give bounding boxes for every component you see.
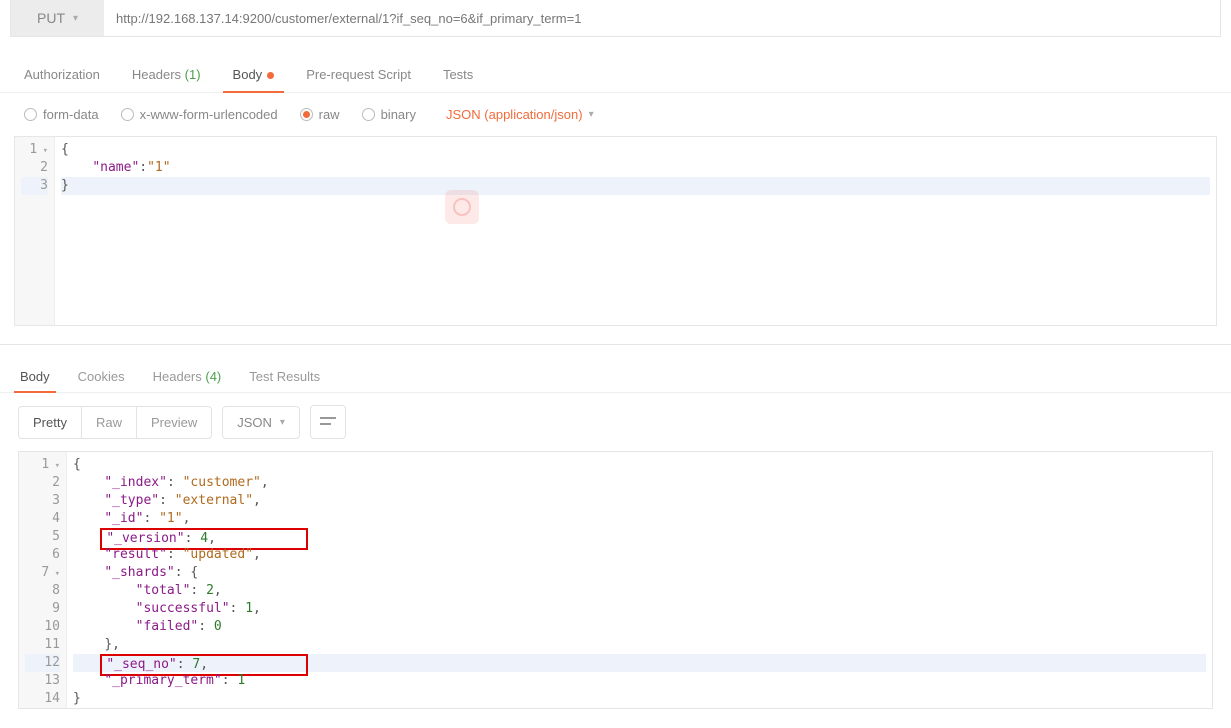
- code-token: 1: [237, 673, 245, 688]
- resp-tab-cookies[interactable]: Cookies: [78, 361, 125, 392]
- code-token: },: [104, 637, 120, 652]
- tab-label: Tests: [443, 67, 473, 82]
- chevron-down-icon: ▾: [280, 417, 285, 428]
- response-tabs: Body Cookies Headers (4) Test Results: [0, 345, 1231, 393]
- code-token: "name": [92, 160, 139, 175]
- radio-label: x-www-form-urlencoded: [140, 107, 278, 122]
- tab-tests[interactable]: Tests: [443, 57, 473, 92]
- radio-icon: [362, 108, 375, 121]
- radio-icon: [300, 108, 313, 121]
- request-body-editor[interactable]: 123 { "name":"1" }: [14, 136, 1217, 326]
- code-token: {: [73, 457, 81, 472]
- code-token: "_shards": [104, 565, 174, 580]
- tab-body[interactable]: Body: [233, 57, 275, 92]
- tab-label: Body: [233, 67, 263, 82]
- resp-tab-body[interactable]: Body: [20, 361, 50, 392]
- code-token: 1: [245, 601, 253, 616]
- http-method-select[interactable]: PUT ▾: [11, 0, 104, 36]
- code-token: }: [73, 691, 81, 706]
- code-token: "1": [147, 160, 170, 175]
- radio-label: raw: [319, 107, 340, 122]
- resp-tab-headers[interactable]: Headers (4): [153, 361, 222, 392]
- radio-label: binary: [381, 107, 416, 122]
- wrap-icon: [320, 415, 336, 429]
- request-bar: PUT ▾: [10, 0, 1221, 37]
- request-tabs: Authorization Headers (1) Body Pre-reque…: [0, 47, 1231, 93]
- code-token: "customer": [183, 475, 261, 490]
- response-body-viewer[interactable]: 1234567891011121314 { "_index": "custome…: [18, 451, 1213, 709]
- code-token: "successful": [136, 601, 230, 616]
- content-type-label: JSON (application/json): [446, 107, 583, 122]
- radio-urlencoded[interactable]: x-www-form-urlencoded: [121, 107, 278, 122]
- tab-label: Authorization: [24, 67, 100, 82]
- tab-label: Cookies: [78, 369, 125, 384]
- headers-count: (4): [205, 369, 221, 384]
- btn-label: Raw: [96, 415, 122, 430]
- radio-binary[interactable]: binary: [362, 107, 416, 122]
- code-token: "result": [104, 547, 167, 562]
- view-mode-group: Pretty Raw Preview: [18, 406, 212, 439]
- code-token: :: [139, 160, 147, 175]
- wrap-lines-button[interactable]: [310, 405, 346, 439]
- response-format-select[interactable]: JSON ▾: [222, 406, 300, 439]
- code-token: "_seq_no": [106, 657, 176, 672]
- code-token: "_index": [104, 475, 167, 490]
- code-area: { "_index": "customer", "_type": "extern…: [67, 452, 1212, 708]
- tab-headers[interactable]: Headers (1): [132, 57, 201, 92]
- code-token: "total": [136, 583, 191, 598]
- body-type-options: form-data x-www-form-urlencoded raw bina…: [0, 93, 1231, 136]
- radio-label: form-data: [43, 107, 99, 122]
- response-toolbar: Pretty Raw Preview JSON ▾: [0, 393, 1231, 451]
- url-input[interactable]: [104, 1, 1220, 36]
- tab-authorization[interactable]: Authorization: [24, 57, 100, 92]
- code-token: {: [61, 142, 69, 157]
- view-raw[interactable]: Raw: [81, 407, 136, 438]
- radio-form-data[interactable]: form-data: [24, 107, 99, 122]
- tab-label: Pre-request Script: [306, 67, 411, 82]
- modified-dot-icon: [267, 72, 274, 79]
- code-token: "failed": [136, 619, 199, 634]
- code-token: "_version": [106, 531, 184, 546]
- code-token: }: [61, 178, 69, 193]
- radio-raw[interactable]: raw: [300, 107, 340, 122]
- code-token: 2: [206, 583, 214, 598]
- code-token: "_primary_term": [104, 673, 221, 688]
- radio-icon: [24, 108, 37, 121]
- code-token: "1": [159, 511, 182, 526]
- code-area[interactable]: { "name":"1" }: [55, 137, 1216, 325]
- tab-label: Test Results: [249, 369, 320, 384]
- view-pretty[interactable]: Pretty: [19, 407, 81, 438]
- content-type-select[interactable]: JSON (application/json) ▾: [446, 107, 594, 122]
- code-token: "updated": [183, 547, 253, 562]
- tab-label: Headers: [132, 67, 181, 82]
- format-label: JSON: [237, 415, 272, 430]
- headers-count: (1): [185, 67, 201, 82]
- chevron-down-icon: ▾: [73, 13, 78, 24]
- code-token: "external": [175, 493, 253, 508]
- code-token: "_type": [104, 493, 159, 508]
- chevron-down-icon: ▾: [589, 109, 594, 120]
- radio-icon: [121, 108, 134, 121]
- view-preview[interactable]: Preview: [136, 407, 211, 438]
- resp-tab-test-results[interactable]: Test Results: [249, 361, 320, 392]
- tab-pre-request[interactable]: Pre-request Script: [306, 57, 411, 92]
- line-gutter: 1234567891011121314: [19, 452, 67, 708]
- btn-label: Preview: [151, 415, 197, 430]
- btn-label: Pretty: [33, 415, 67, 430]
- method-label: PUT: [37, 10, 65, 26]
- code-token: "_id": [104, 511, 143, 526]
- code-token: 0: [214, 619, 222, 634]
- line-gutter: 123: [15, 137, 55, 325]
- tab-label: Body: [20, 369, 50, 384]
- watermark-icon: [445, 190, 479, 224]
- code-token: 4: [200, 531, 208, 546]
- tab-label: Headers: [153, 369, 202, 384]
